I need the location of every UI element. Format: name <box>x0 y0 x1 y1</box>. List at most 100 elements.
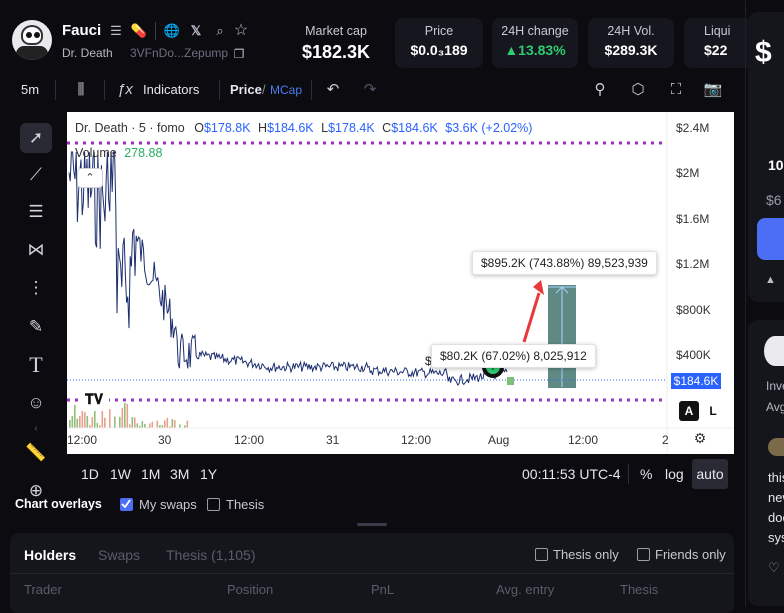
stat-label: 24H Vol. <box>588 24 674 38</box>
collapse-legend-button[interactable]: ⌃ <box>77 168 103 188</box>
x-twitter-icon[interactable]: 𝕏 <box>187 22 205 40</box>
thesis-text-line: new <box>768 490 784 505</box>
volume-bar <box>127 404 129 428</box>
tab-swaps[interactable]: Swaps <box>98 547 140 563</box>
cursor-tool-icon[interactable]: ➚ <box>20 123 52 153</box>
resize-handle[interactable] <box>357 523 387 526</box>
camera-icon[interactable]: 📷 <box>702 79 724 101</box>
tab-holders[interactable]: Holders <box>24 547 76 563</box>
volume-bar <box>142 421 144 428</box>
search-icon[interactable]: ⌕ <box>211 22 229 40</box>
stat-market-cap: Market cap $182.3K <box>290 18 382 68</box>
volume-bar <box>124 403 126 428</box>
trend-line-icon[interactable]: ⟋ <box>20 160 52 190</box>
legend-change: $3.6K (+2.02%) <box>445 121 532 135</box>
token-name: Fauci <box>62 22 101 39</box>
token-avatar[interactable] <box>12 20 52 60</box>
col-trader[interactable]: Trader <box>24 582 62 597</box>
quick-search-icon[interactable]: ⚲ <box>589 79 611 101</box>
range-3m[interactable]: 3M <box>170 466 189 482</box>
volume-bar <box>79 416 81 428</box>
volume-bar <box>172 419 174 428</box>
legend-o-label: O <box>194 121 204 135</box>
friends-only-label[interactable]: Friends only <box>655 547 726 562</box>
log-scale-toggle[interactable]: log <box>665 466 684 482</box>
token-address: 3VFnDo...Zepump <box>130 46 228 60</box>
fib-lines-icon[interactable]: ☰ <box>20 197 52 227</box>
creator-name[interactable]: Dr. Death <box>62 46 113 60</box>
range-1m[interactable]: 1M <box>141 466 160 482</box>
list-icon[interactable]: ☰ <box>107 22 125 40</box>
brush-icon[interactable]: ✎ <box>20 312 52 342</box>
volume-bar <box>77 419 79 428</box>
like-icon[interactable]: ♡ <box>768 560 780 576</box>
stat-value: $0.0₃189 <box>395 42 483 58</box>
col-pnl[interactable]: PnL <box>371 582 394 597</box>
indicators-button[interactable]: Indicators <box>143 80 199 100</box>
log-scale-button[interactable]: L <box>703 401 723 421</box>
col-position[interactable]: Position <box>227 582 273 597</box>
x-tick: 12:00 <box>568 433 598 447</box>
redo-icon[interactable]: ↷ <box>359 79 381 101</box>
projection-icon[interactable]: ⋮ <box>20 273 52 303</box>
text-tool-icon[interactable]: T <box>20 350 52 380</box>
candles-icon[interactable]: ⫼ <box>70 79 92 101</box>
ruler-icon[interactable]: 📏 <box>20 438 52 468</box>
price-chart[interactable]: + Dr. Death · 5 · fomo O$178.8K H$184.6K… <box>67 112 734 454</box>
swap-tooltip: $80.2K (67.02%) 8,025,912 <box>431 344 596 368</box>
volume-bar <box>174 420 176 428</box>
pattern-icon[interactable]: ⋈ <box>20 235 52 265</box>
friends-only-checkbox[interactable] <box>637 548 650 561</box>
x-tick: 12:00 <box>67 433 97 447</box>
volume-bar <box>102 408 104 428</box>
range-1w[interactable]: 1W <box>110 466 131 482</box>
fx-icon[interactable]: ƒx <box>114 79 136 101</box>
my-swaps-label[interactable]: My swaps <box>139 497 197 512</box>
settings-icon[interactable]: ⬡ <box>627 79 649 101</box>
x-tick: 31 <box>326 433 339 447</box>
auto-scale-toggle[interactable]: auto <box>692 459 728 489</box>
stat-24h-volume: 24H Vol. $289.3K <box>588 18 674 68</box>
trade-pct[interactable]: 10 <box>768 157 784 173</box>
my-swaps-checkbox[interactable] <box>120 498 133 511</box>
interval-selector[interactable]: 5m <box>21 80 39 100</box>
thesis-overlay-label[interactable]: Thesis <box>226 497 264 512</box>
tradingview-logo[interactable]: 𝐓𝐕 <box>79 387 109 411</box>
fullscreen-icon[interactable]: ⛶ <box>665 79 687 101</box>
y-tick: $1.2M <box>676 257 709 271</box>
globe-icon[interactable]: 🌐 <box>163 22 181 40</box>
volume-bar <box>179 424 181 428</box>
range-1y[interactable]: 1Y <box>200 466 217 482</box>
percent-scale-button[interactable]: % <box>640 466 652 482</box>
thesis-text-line: doc <box>768 510 784 525</box>
thesis-only-label[interactable]: Thesis only <box>553 547 619 562</box>
thesis-text-line: this <box>768 470 784 485</box>
star-icon[interactable]: ☆ <box>232 22 250 40</box>
auto-scale-button[interactable]: A <box>679 401 699 421</box>
volume-bar <box>132 417 134 428</box>
undo-icon[interactable]: ↶ <box>322 79 344 101</box>
chart-canvas[interactable]: + <box>67 112 734 454</box>
mcap-toggle[interactable]: MCap <box>270 80 302 100</box>
x-tick: 12:00 <box>234 433 264 447</box>
volume-bar <box>84 412 86 428</box>
trade-submit-button[interactable] <box>757 218 784 260</box>
thesis-checkbox[interactable] <box>207 498 220 511</box>
comment-avatar[interactable] <box>768 438 784 456</box>
col-thesis[interactable]: Thesis <box>620 582 658 597</box>
range-1d[interactable]: 1D <box>81 466 99 482</box>
red-arrow-head <box>533 280 544 295</box>
col-avg-entry[interactable]: Avg. entry <box>496 582 554 597</box>
legend-c-label: C <box>382 121 391 135</box>
tab-thesis[interactable]: Thesis (1,105) <box>166 547 255 563</box>
pill-icon[interactable]: 💊 <box>130 22 148 40</box>
chart-settings-icon[interactable]: ⚙ <box>691 430 709 448</box>
copy-icon[interactable]: ❐ <box>230 45 248 63</box>
chart-overlays-title: Chart overlays <box>15 497 102 511</box>
stat-label: Liqui <box>704 24 748 38</box>
price-toggle[interactable]: Price <box>230 80 262 100</box>
legend-close: $184.6K <box>391 121 438 135</box>
thesis-only-checkbox[interactable] <box>535 548 548 561</box>
y-tick: $1.6M <box>676 212 709 226</box>
thesis-avatar[interactable] <box>764 336 784 366</box>
